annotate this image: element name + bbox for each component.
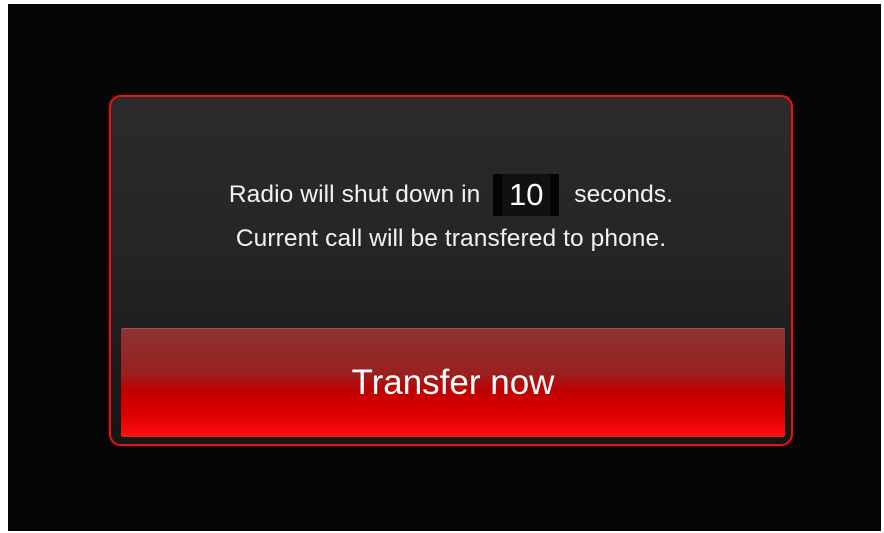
dialog-message: Radio will shut down in 10 seconds. Curr… [111, 173, 791, 261]
transfer-now-button[interactable]: Transfer now [121, 328, 785, 437]
message-line-1: Radio will shut down in 10 seconds. [111, 173, 791, 217]
message-text-after-countdown: seconds. [574, 181, 674, 208]
screen-background: Radio will shut down in 10 seconds. Curr… [8, 4, 881, 531]
shutdown-dialog: Radio will shut down in 10 seconds. Curr… [109, 95, 793, 446]
countdown-timer: 10 [493, 174, 560, 216]
message-line-2: Current call will be transfered to phone… [235, 225, 667, 252]
message-text-before-countdown: Radio will shut down in [228, 181, 481, 208]
